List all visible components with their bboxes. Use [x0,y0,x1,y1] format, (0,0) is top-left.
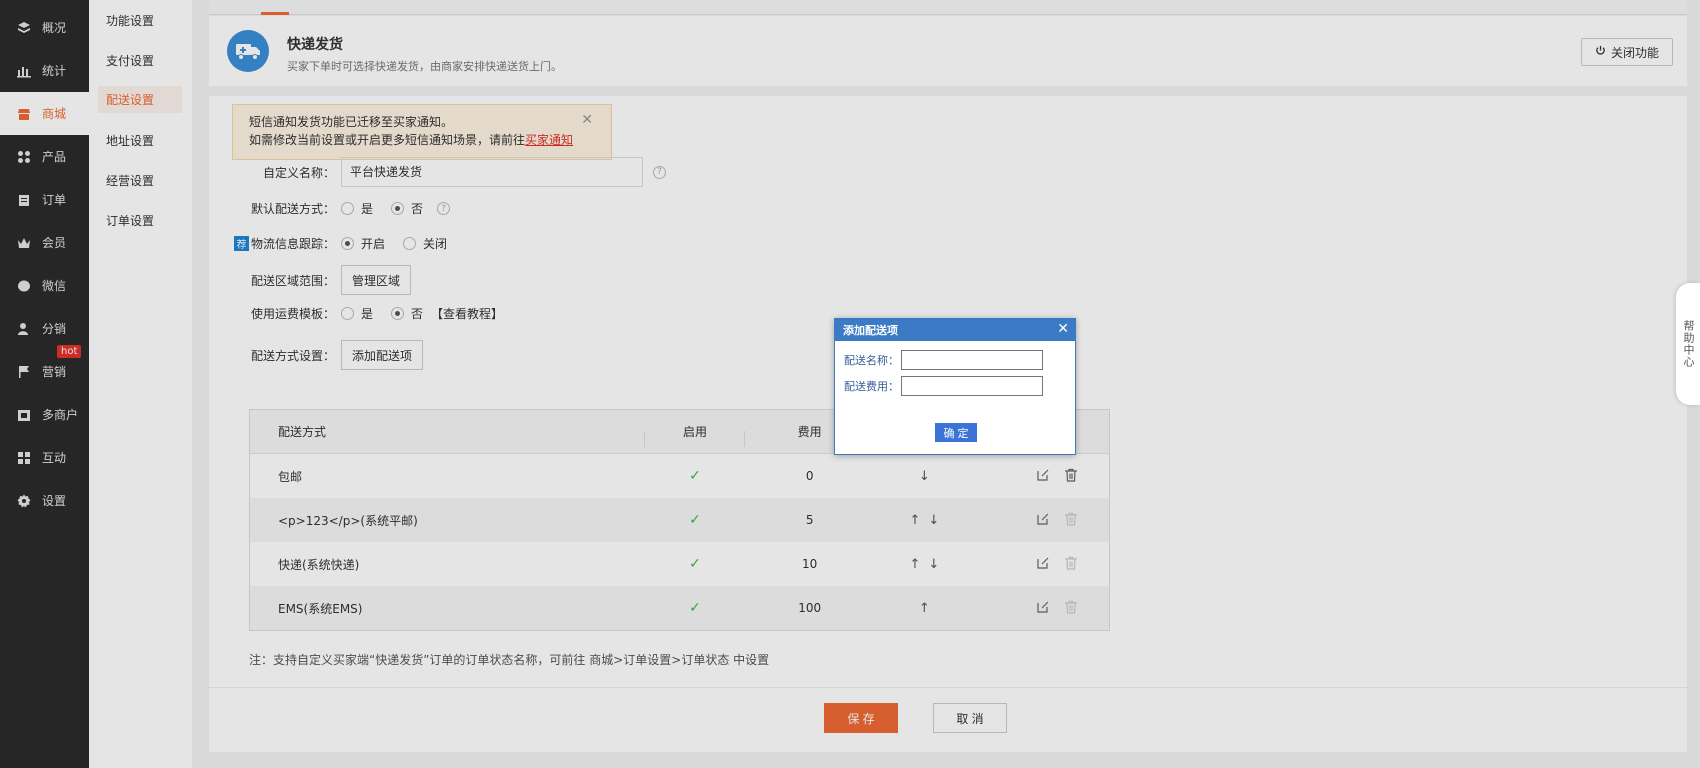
delivery-name-row: 配送名称： [844,350,1075,370]
help-center-label: 帮助中心 [1682,320,1695,368]
delivery-fee-row: 配送费用： [844,376,1075,396]
close-icon[interactable]: ✕ [1057,321,1069,337]
delivery-fee-label: 配送费用： [844,380,899,393]
delivery-name-label: 配送名称： [844,354,899,367]
help-center-tab[interactable]: 帮助中心 [1676,283,1700,405]
dialog-header: 添加配送项 ✕ [835,319,1075,341]
delivery-name-input[interactable] [901,350,1043,370]
dialog-title: 添加配送项 [843,324,898,337]
delivery-fee-input[interactable] [901,376,1043,396]
add-delivery-item-dialog: 添加配送项 ✕ 配送名称： 配送费用： 确 定 [834,318,1076,455]
confirm-button[interactable]: 确 定 [935,423,977,442]
